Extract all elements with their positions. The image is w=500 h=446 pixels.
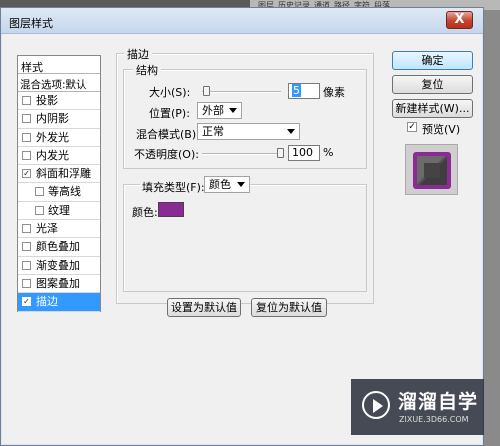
opacity-unit: %	[323, 146, 334, 159]
position-label: 位置(P):	[149, 107, 190, 120]
dialog-title: 图层样式	[9, 17, 53, 30]
sidebar-item-label: 光泽	[36, 222, 58, 236]
opacity-input[interactable]: 100	[288, 145, 320, 161]
fill-type-select-value: 颜色	[209, 178, 231, 191]
blend-mode-select[interactable]: 正常	[197, 123, 300, 140]
preview-label: 预览(V)	[422, 123, 461, 136]
preview-bevel	[417, 156, 447, 185]
sidebar-item-label: 斜面和浮雕	[36, 167, 91, 181]
preview-checkbox[interactable]: ✓	[407, 122, 417, 132]
blend-mode-select-value: 正常	[202, 125, 224, 138]
chevron-down-icon	[287, 129, 295, 134]
ok-button[interactable]: 确定	[392, 51, 473, 70]
chevron-down-icon	[229, 108, 237, 113]
set-as-default-button[interactable]: 设置为默认值	[167, 298, 241, 317]
size-slider-track[interactable]	[202, 91, 281, 93]
sidebar-item-checkbox[interactable]	[22, 278, 31, 288]
sidebar-item[interactable]: 纹理	[18, 202, 100, 221]
sidebar-item-label: 纹理	[48, 203, 70, 217]
opacity-slider-track[interactable]	[202, 153, 284, 155]
sidebar-item-label: 内阴影	[36, 112, 69, 126]
color-label: 颜色:	[132, 206, 158, 219]
sidebar-item-label: 外发光	[36, 130, 69, 144]
sidebar-item[interactable]: 光泽	[18, 220, 100, 239]
fill-group	[123, 184, 367, 292]
sidebar-item-label: 描边	[36, 295, 58, 309]
sidebar-item-checkbox[interactable]	[22, 224, 31, 234]
size-label: 大小(S):	[149, 86, 191, 99]
close-button[interactable]: X	[446, 11, 473, 29]
chevron-down-icon	[237, 182, 245, 187]
stroke-group-title: 描边	[124, 46, 152, 62]
structure-group-title: 结构	[133, 62, 161, 78]
sidebar-item-checkbox[interactable]	[35, 187, 44, 197]
sidebar-item[interactable]: 颜色叠加	[18, 238, 100, 257]
sidebar-item[interactable]: 内发光	[18, 147, 100, 166]
styles-header[interactable]: 样式	[18, 56, 100, 74]
watermark-url: ZIXUE.3D66.COM	[399, 415, 469, 424]
position-select-value: 外部	[202, 104, 224, 117]
reset-button[interactable]: 复位	[392, 75, 473, 94]
sidebar-item-checkbox[interactable]	[22, 260, 31, 270]
size-unit: 像素	[323, 86, 345, 99]
fill-type-label: 填充类型(F):	[140, 179, 207, 195]
sidebar-item[interactable]: ✓ 描边	[18, 293, 100, 312]
fill-type-select[interactable]: 颜色	[204, 176, 250, 193]
size-input-value: 5	[292, 84, 301, 97]
watermark: 溜溜自学 ZIXUE.3D66.COM	[351, 379, 484, 435]
sidebar-item-label: 等高线	[48, 185, 81, 199]
sidebar-item[interactable]: 投影	[18, 92, 100, 111]
play-icon	[373, 399, 383, 413]
watermark-title: 溜溜自学	[398, 391, 479, 413]
sidebar-item-label: 颜色叠加	[36, 240, 80, 254]
size-slider-thumb[interactable]	[203, 86, 210, 96]
sidebar-item-checkbox[interactable]	[22, 150, 31, 160]
new-style-button[interactable]: 新建样式(W)...	[392, 99, 473, 118]
sidebar-item-label: 渐变叠加	[36, 258, 80, 272]
size-input[interactable]: 5	[288, 83, 320, 99]
sidebar-item-checkbox[interactable]	[22, 114, 31, 124]
opacity-slider-thumb[interactable]	[277, 148, 284, 158]
blend-mode-label: 混合模式(B):	[136, 128, 200, 141]
close-icon: X	[454, 12, 465, 27]
position-select[interactable]: 外部	[197, 102, 242, 119]
blending-options-item[interactable]: 混合选项:默认	[18, 74, 100, 92]
sidebar-item-checkbox[interactable]	[22, 242, 31, 252]
sidebar-item-checkbox[interactable]	[22, 132, 31, 142]
sidebar-item[interactable]: 渐变叠加	[18, 257, 100, 275]
preview-stroke-frame	[413, 152, 451, 189]
stroke-color-swatch[interactable]	[158, 202, 184, 217]
sidebar-item[interactable]: 外发光	[18, 129, 100, 147]
sidebar-item-checkbox[interactable]	[35, 205, 44, 215]
opacity-label: 不透明度(O):	[134, 148, 199, 161]
sidebar-item[interactable]: 内阴影	[18, 110, 100, 129]
sidebar-item[interactable]: ✓ 斜面和浮雕	[18, 165, 100, 184]
sidebar-item-checkbox[interactable]: ✓	[22, 169, 31, 179]
play-logo-icon	[362, 391, 390, 419]
sidebar-item-checkbox[interactable]: ✓	[22, 297, 31, 307]
style-preview-thumbnail	[405, 144, 458, 195]
sidebar-item-label: 图案叠加	[36, 276, 80, 290]
sidebar-item[interactable]: 等高线	[18, 183, 100, 202]
opacity-input-value: 100	[292, 146, 313, 159]
styles-list: 样式 混合选项:默认 投影内阴影外发光内发光 ✓ 斜面和浮雕等高线纹理光泽颜色叠加渐…	[17, 55, 101, 312]
sidebar-item-label: 内发光	[36, 148, 69, 162]
preview-center	[424, 163, 440, 178]
dialog-titlebar[interactable]: 图层样式 X	[1, 8, 483, 34]
checkmark-icon: ✓	[408, 122, 416, 132]
sidebar-item-checkbox[interactable]	[22, 96, 31, 105]
sidebar-item-label: 投影	[36, 94, 58, 107]
reset-to-default-button[interactable]: 复位为默认值	[251, 298, 327, 317]
sidebar-item[interactable]: 图案叠加	[18, 275, 100, 294]
